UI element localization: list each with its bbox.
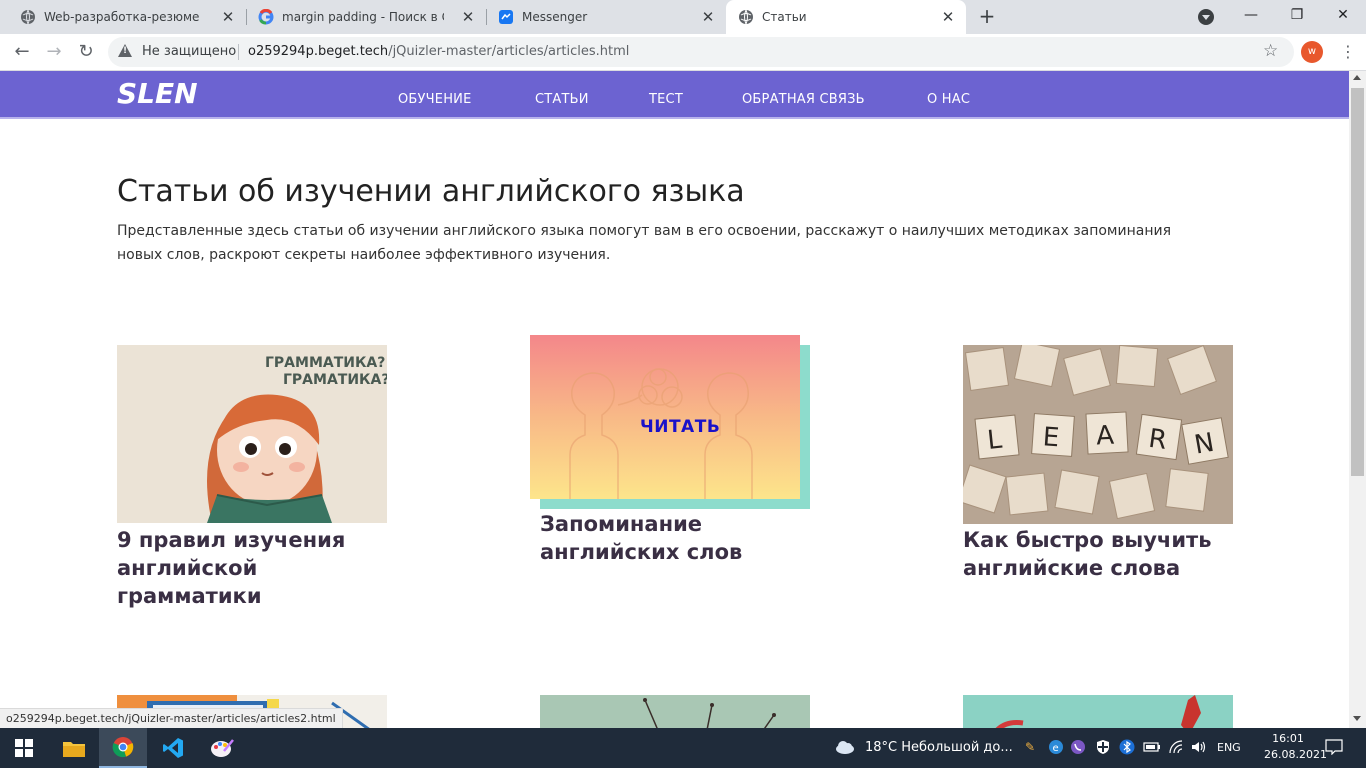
article-card-hovered[interactable]: ЧИТАТЬ Запоминание английских слов — [530, 335, 810, 575]
chrome-icon[interactable] — [99, 728, 147, 768]
page-title: Статьи об изучении английского языка — [117, 174, 745, 209]
close-icon[interactable]: ✕ — [940, 9, 956, 25]
globe-icon — [20, 9, 36, 25]
weather-text[interactable]: 18°C Небольшой до... — [865, 740, 1013, 755]
browser-toolbar: ← → ↻ Не защищено o259294p.beget.tech/jQ… — [0, 34, 1366, 71]
nav-item-about[interactable]: О НАС — [927, 92, 970, 107]
windows-start-icon[interactable] — [0, 728, 48, 768]
close-icon[interactable]: ✕ — [460, 9, 476, 25]
messenger-icon — [498, 9, 514, 25]
card-title[interactable]: Запоминание английских слов — [540, 510, 810, 566]
clock-time: 16:01 — [1272, 732, 1304, 745]
site-logo[interactable]: SLEN — [117, 77, 198, 110]
close-icon[interactable]: ✕ — [700, 9, 716, 25]
security-label[interactable]: Не защищено — [142, 44, 236, 59]
link-status-bar: o259294p.beget.tech/jQuizler-master/arti… — [0, 708, 343, 728]
menu-kebab-icon[interactable]: ⋮ — [1340, 41, 1356, 63]
nav-item-articles[interactable]: СТАТЬИ — [535, 92, 589, 107]
weather-cloud-icon[interactable] — [835, 739, 855, 755]
viber-icon[interactable] — [1070, 739, 1086, 755]
file-explorer-icon[interactable] — [50, 728, 98, 768]
read-label[interactable]: ЧИТАТЬ — [640, 417, 720, 437]
clock-date: 26.08.2021 — [1264, 748, 1327, 761]
screen: Web-разработка-резюме ✕ margin padding -… — [0, 0, 1366, 768]
wifi-icon[interactable] — [1168, 739, 1184, 755]
windows-taskbar: 18°C Небольшой до... ✎ e ENG 16:01 26.08… — [0, 728, 1366, 768]
notification-center-icon[interactable] — [1325, 739, 1343, 756]
tile-letter: A — [1095, 421, 1115, 452]
battery-icon[interactable] — [1143, 739, 1160, 755]
tab-label: margin padding - Поиск в Google — [282, 10, 444, 24]
card-title[interactable]: Как быстро выучить английские слова — [963, 526, 1233, 582]
card-image-preview[interactable] — [963, 695, 1233, 728]
browser-tab-active[interactable]: Статьи ✕ — [726, 0, 966, 34]
tile-letter: E — [1042, 422, 1060, 453]
back-arrow-icon[interactable]: ← — [10, 40, 34, 64]
nav-item-test[interactable]: ТЕСТ — [649, 92, 683, 107]
browser-tab[interactable]: Web-разработка-резюме ✕ — [0, 0, 246, 34]
tab-label: Messenger — [522, 10, 588, 24]
tab-label: Web-разработка-резюме — [44, 10, 200, 24]
warning-icon[interactable] — [118, 44, 132, 57]
e-app-icon[interactable]: e — [1048, 739, 1064, 755]
url-host: o259294p.beget.tech — [248, 44, 389, 59]
bookmark-star-icon[interactable]: ☆ — [1263, 41, 1278, 61]
close-window-button[interactable]: ✕ — [1320, 0, 1366, 30]
card-image-preview[interactable] — [540, 695, 810, 728]
address-divider — [238, 44, 239, 60]
vscode-icon[interactable] — [149, 728, 197, 768]
article-card[interactable]: ГРАММАТИКА? ГРАМАТИКА? 9 правил изучения… — [117, 345, 387, 615]
forward-arrow-icon[interactable]: → — [42, 40, 66, 64]
browser-tab-strip: Web-разработка-резюме ✕ margin padding -… — [0, 0, 1366, 34]
tab-search-icon[interactable] — [1198, 9, 1214, 25]
page-intro: Представленные здесь статьи об изучении … — [117, 223, 1171, 263]
new-tab-button[interactable]: + — [976, 6, 998, 28]
taskbar-clock[interactable]: 16:01 26.08.2021 — [1264, 731, 1327, 763]
card-title[interactable]: 9 правил изучения английской грамматики — [117, 526, 387, 610]
nav-item-feedback[interactable]: ОБРАТНАЯ СВЯЗЬ — [742, 92, 865, 107]
scroll-down-arrow-icon[interactable] — [1353, 716, 1361, 721]
image-text-line-1: ГРАММАТИКА? — [265, 355, 385, 371]
browser-tab[interactable]: margin padding - Поиск в Google ✕ — [238, 0, 486, 34]
profile-avatar[interactable]: w — [1301, 41, 1323, 63]
browser-tab[interactable]: Messenger ✕ — [478, 0, 726, 34]
tab-label: Статьи — [762, 10, 807, 24]
svg-text:e: e — [1053, 743, 1059, 754]
reload-icon[interactable]: ↻ — [74, 40, 98, 64]
bluetooth-icon[interactable] — [1119, 739, 1135, 755]
pencil-app-icon[interactable]: ✎ — [1022, 739, 1038, 755]
input-language[interactable]: ENG — [1217, 741, 1241, 754]
page-scrollbar[interactable] — [1349, 71, 1366, 728]
url-text[interactable]: o259294p.beget.tech/jQuizler-master/arti… — [248, 44, 629, 59]
card-image-learn[interactable]: L E A R N — [963, 345, 1233, 524]
paint-app-icon[interactable] — [198, 728, 246, 768]
scroll-up-arrow-icon[interactable] — [1353, 75, 1361, 80]
nav-item-learning[interactable]: ОБУЧЕНИЕ — [398, 92, 472, 107]
globe-icon — [738, 9, 754, 25]
site-header: SLEN ОБУЧЕНИЕ СТАТЬИ ТЕСТ ОБРАТНАЯ СВЯЗЬ… — [0, 71, 1349, 119]
google-icon — [258, 9, 274, 25]
minimize-button[interactable]: — — [1228, 0, 1274, 30]
image-text-line-2: ГРАМАТИКА? — [283, 372, 387, 388]
defender-icon[interactable] — [1095, 739, 1111, 755]
card-image-grammar[interactable]: ГРАММАТИКА? ГРАМАТИКА? — [117, 345, 387, 523]
close-icon[interactable]: ✕ — [220, 9, 236, 25]
page-viewport: SLEN ОБУЧЕНИЕ СТАТЬИ ТЕСТ ОБРАТНАЯ СВЯЗЬ… — [0, 71, 1349, 728]
scroll-thumb[interactable] — [1351, 88, 1364, 476]
restore-button[interactable]: ❐ — [1274, 0, 1320, 30]
card-image-overlay[interactable]: ЧИТАТЬ — [530, 335, 800, 499]
volume-icon[interactable] — [1190, 739, 1206, 755]
url-path: /jQuizler-master/articles/articles.html — [388, 44, 630, 59]
article-card[interactable]: L E A R N Как быстро выучить английские … — [963, 345, 1233, 615]
address-bar[interactable]: Не защищено o259294p.beget.tech/jQuizler… — [108, 37, 1294, 67]
